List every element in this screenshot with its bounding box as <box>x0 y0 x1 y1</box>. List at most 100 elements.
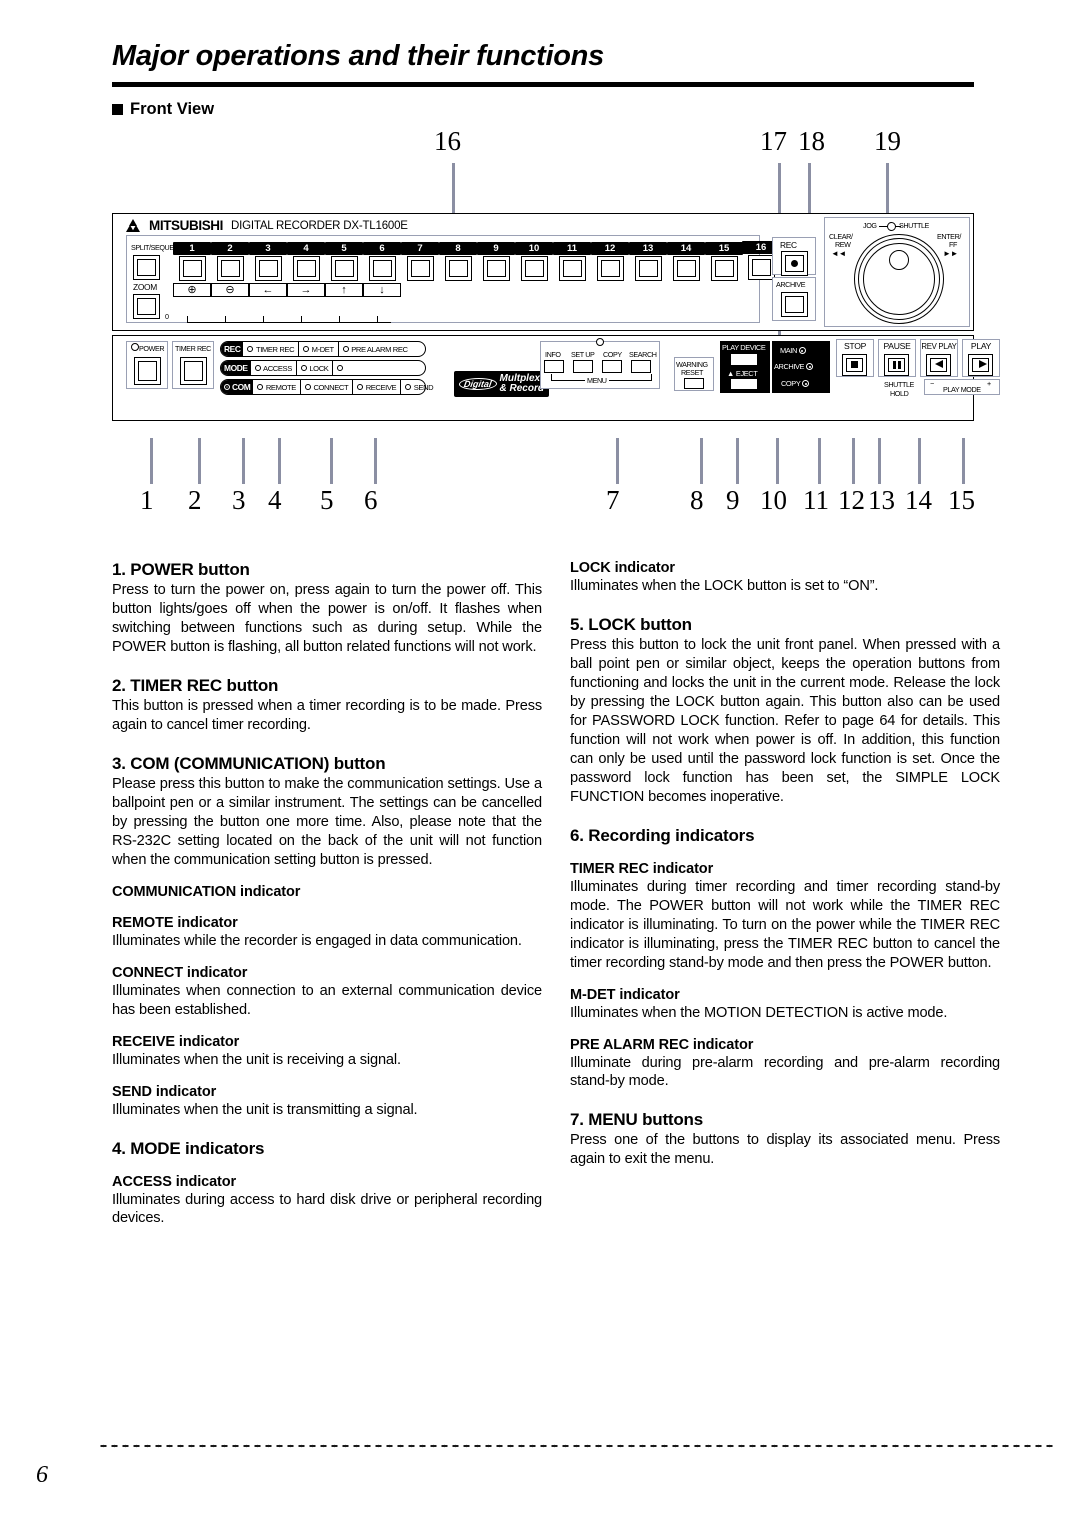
play-device-indicator-block: MAIN ARCHIVE COPY <box>772 341 830 393</box>
m-det-indicator-label: M-DET <box>311 344 334 354</box>
pre-alarm-rec-indicator: PRE ALARM REC <box>339 342 412 356</box>
search-button[interactable] <box>631 360 651 373</box>
channel-button-15[interactable] <box>710 256 738 281</box>
receive-lamp-icon <box>357 384 364 390</box>
right-text-column: LOCK indicator Illuminates when the LOCK … <box>570 560 1000 1169</box>
leader-line-1 <box>150 438 153 484</box>
link-tick-1 <box>187 316 189 323</box>
channel-cap-12: 12 <box>591 242 629 255</box>
channel-button-14[interactable] <box>672 256 700 281</box>
function-key-down-arrow-icon[interactable]: ↓ <box>363 283 401 297</box>
channel-button-1[interactable] <box>178 256 206 281</box>
channel-button-11[interactable] <box>558 256 586 281</box>
channel-column-1: 1 ⊕ <box>173 242 211 297</box>
function-key-link-line <box>187 322 391 324</box>
power-button[interactable] <box>134 357 161 385</box>
m-det-indicator: M-DET <box>299 342 339 356</box>
copy-button[interactable] <box>602 360 622 373</box>
channel-button-8[interactable] <box>444 256 472 281</box>
channel-cap-14: 14 <box>667 242 705 255</box>
channel-button-12[interactable] <box>596 256 624 281</box>
archive-button-block: ARCHIVE <box>772 277 816 321</box>
info-button[interactable] <box>544 360 564 373</box>
connect-indicator: CONNECT <box>301 380 354 394</box>
eject-row: ▲ EJECT <box>727 369 758 378</box>
leader-line-8 <box>700 438 703 484</box>
function-key-zoom-in-icon[interactable]: ⊕ <box>173 283 211 297</box>
zoom-button[interactable] <box>133 294 160 319</box>
channel-button-16[interactable] <box>747 255 775 280</box>
section-heading: 7. MENU buttons <box>570 1110 703 1130</box>
mode-spare-lamp-icon <box>337 365 344 371</box>
play-mode-label: PLAY MODE <box>943 385 981 394</box>
channel-column-2: 2 ⊖ <box>211 242 249 297</box>
link-tick-5 <box>339 316 341 323</box>
channel-button-5[interactable] <box>330 256 358 281</box>
function-key-up-arrow-icon[interactable]: ↑ <box>325 283 363 297</box>
timer-rec-indicator: TIMER REC <box>243 342 300 356</box>
function-key-right-arrow-icon[interactable]: → <box>287 283 325 297</box>
ff-arrow-icon: ►► <box>943 249 959 258</box>
leader-line-6 <box>374 438 377 484</box>
channel-button-7[interactable] <box>406 256 434 281</box>
callout-12: 12 <box>838 485 865 515</box>
digital-multiplex-logo: Digital Multplex & Record <box>454 371 549 398</box>
channel-button-4[interactable] <box>292 256 320 281</box>
play-device-block: PLAY DEVICE ▲ EJECT <box>720 341 770 393</box>
jog-dial-knob[interactable] <box>889 250 909 270</box>
mode-indicator-row: MODE ACCESS LOCK <box>220 360 426 376</box>
leader-line-14 <box>918 438 921 484</box>
section-heading: 1. POWER button <box>112 560 250 579</box>
callout-7: 7 <box>606 485 620 515</box>
leader-line-2 <box>198 438 201 484</box>
play-triangle-icon <box>979 360 987 368</box>
function-key-left-arrow-icon[interactable]: ← <box>249 283 287 297</box>
archive-button[interactable] <box>781 292 808 317</box>
warning-reset-button[interactable] <box>684 378 704 389</box>
channel-cap-15: 15 <box>705 242 743 255</box>
com-row-tag-label: COM <box>232 382 251 392</box>
rew-arrow-icon: ◄◄ <box>831 249 847 258</box>
front-view-heading: Front View <box>112 100 214 119</box>
power-button-block: POWER <box>126 341 168 389</box>
channel-button-6[interactable] <box>368 256 396 281</box>
access-indicator: ACCESS <box>251 361 297 375</box>
timer-rec-button[interactable] <box>180 357 207 385</box>
channel-button-3[interactable] <box>254 256 282 281</box>
channel-button-9[interactable] <box>482 256 510 281</box>
function-key-zoom-out-icon[interactable]: ⊖ <box>211 283 249 297</box>
callout-9: 9 <box>726 485 740 515</box>
channel-column-9: 9 <box>477 242 515 281</box>
access-indicator-label: ACCESS <box>263 363 292 373</box>
power-label: POWER <box>139 344 165 353</box>
mode-spare-indicator <box>333 361 425 375</box>
pause-label: PAUSE <box>883 341 911 351</box>
section-heading: 2. TIMER REC button <box>112 675 279 695</box>
warning-reset-block: WARNING RESET <box>674 357 714 391</box>
leader-line-18 <box>808 163 811 217</box>
channel-button-group: SPLIT/SEQUENCE ZOOM 0 1 ⊕ 2 ⊖ 3 ← 4 → 5 … <box>126 235 760 324</box>
jog-shuttle-toggle-icon[interactable] <box>887 222 896 231</box>
stop-square-icon <box>851 361 858 368</box>
split-sequence-button[interactable] <box>133 255 160 280</box>
callout-11: 11 <box>803 485 829 515</box>
channel-button-10[interactable] <box>520 256 548 281</box>
channel-cap-5: 5 <box>325 242 363 255</box>
warning-reset-label-line2: RESET <box>681 368 703 377</box>
channel-cap-8: 8 <box>439 242 477 255</box>
eject-button[interactable] <box>730 378 758 390</box>
play-device-button[interactable] <box>730 353 758 366</box>
left-text-column: 1. POWER button Press to turn the power o… <box>112 560 542 1228</box>
remote-indicator: REMOTE <box>253 380 301 394</box>
channel-button-2[interactable] <box>216 256 244 281</box>
setup-button[interactable] <box>573 360 593 373</box>
pause-button[interactable] <box>884 354 909 376</box>
channel-cap-7: 7 <box>401 242 439 255</box>
channel-button-13[interactable] <box>634 256 662 281</box>
com-lamp-icon <box>224 384 230 390</box>
